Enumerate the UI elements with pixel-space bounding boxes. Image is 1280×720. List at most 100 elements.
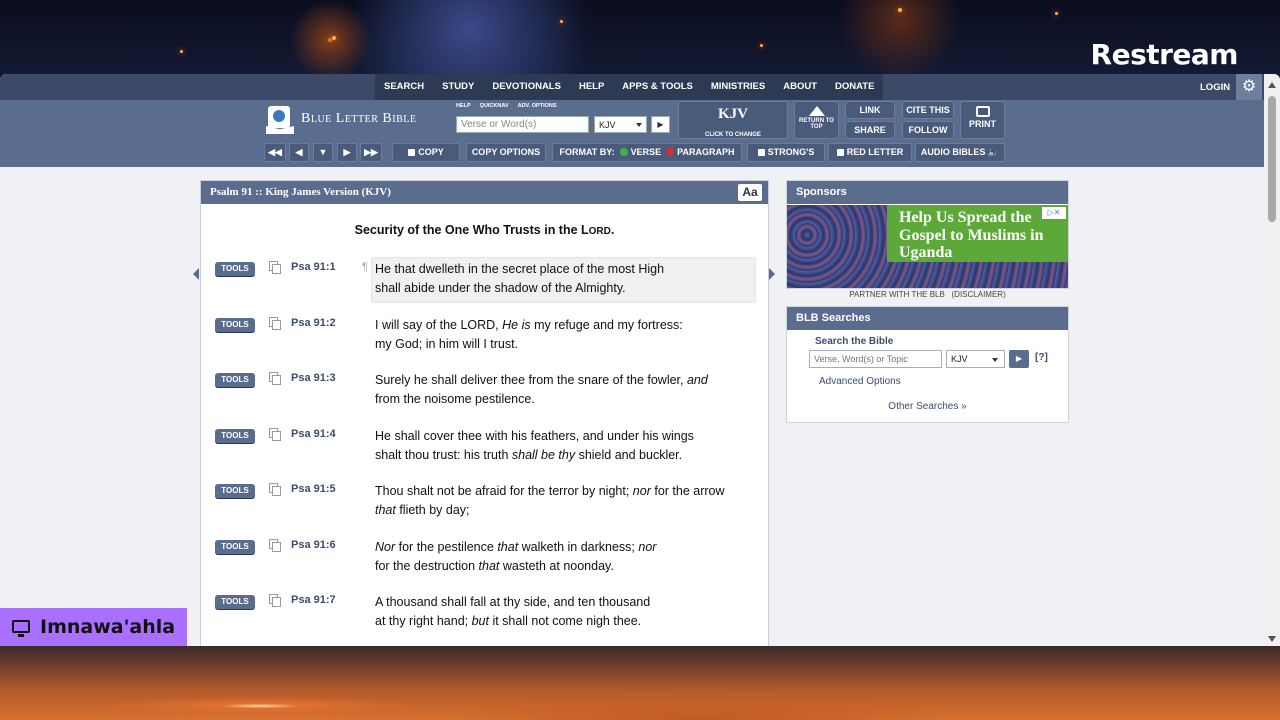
next-page-arrow-icon[interactable] [769,268,775,280]
verse-ref[interactable]: Psa 91:7 [291,594,336,606]
site-brand[interactable]: Blue Letter Bible [301,111,417,127]
blb-logo-icon[interactable] [266,106,294,136]
tools-button[interactable]: TOOLS [215,484,255,498]
next-chapter-button[interactable]: ▶ [337,143,357,162]
caret-down-icon [992,358,998,362]
nav-item-ministries[interactable]: MINISTRIES [702,74,774,100]
scroll-down-arrow-icon[interactable] [1268,636,1276,642]
share-button[interactable]: SHARE [845,121,895,139]
format-paragraph-label: PARAGRAPH [677,147,735,157]
tools-button[interactable]: TOOLS [215,540,255,554]
chapter-list-button[interactable]: ▼ [313,143,333,162]
search-go-button[interactable]: ▶ [651,116,670,133]
monitor-icon [12,620,30,637]
print-button[interactable]: PRINT [960,101,1005,139]
copy-verse-icon[interactable] [269,317,281,330]
format-verse-toggle[interactable]: VERSE [619,147,662,157]
spark [332,36,336,40]
tools-button[interactable]: TOOLS [215,318,255,332]
tools-button[interactable]: TOOLS [215,429,255,443]
copy-verse-icon[interactable] [269,483,281,496]
nav-item-help[interactable]: HELP [570,74,613,100]
copy-options-label: COPY OPTIONS [471,147,541,157]
nav-item-about[interactable]: ABOUT [774,74,826,100]
return-to-top-button[interactable]: RETURN TO TOP [794,101,839,139]
advanced-options-link[interactable]: Advanced Options [819,376,901,387]
copy-verse-icon[interactable] [269,594,281,607]
verse-row: TOOLS Psa 91:4 He shall cover thee with hi… [201,425,768,475]
spark [898,8,902,12]
nav-item-devotionals[interactable]: DEVOTIONALS [483,74,570,100]
gear-icon[interactable]: ⚙ [1236,74,1262,100]
verse-ref[interactable]: Psa 91:6 [291,539,336,551]
copy-verse-icon[interactable] [269,539,281,552]
nav-item-study[interactable]: STUDY [433,74,483,100]
channel-name-banner: Imnawa'ahla [0,608,187,646]
spark [560,20,563,23]
partner-link[interactable]: PARTNER WITH THE BLB [849,290,945,299]
red-letter-toggle[interactable]: RED LETTER [828,143,912,162]
first-chapter-button[interactable]: ◀◀ [264,143,286,162]
check-icon [619,148,628,156]
x-icon [666,148,675,156]
verse-row: TOOLS Psa 91:2 I will say of the LORD, He … [201,314,768,364]
copy-verse-icon[interactable] [269,261,281,274]
sponsor-ad[interactable]: Help Us Spread the Gospel to Muslims in … [787,205,1068,288]
verse-ref[interactable]: Psa 91:2 [291,317,336,329]
login-link[interactable]: LOGIN [1200,82,1230,93]
ad-text: Help Us Spread the Gospel to Muslims in … [899,209,1044,261]
sponsors-header: Sponsors [787,181,1068,204]
last-chapter-button[interactable]: ▶▶ [360,143,382,162]
verse-search-input[interactable] [456,116,589,133]
help-link[interactable]: HELP [456,103,471,109]
bible-search-input[interactable] [809,350,942,368]
channel-name: Imnawa'ahla [40,616,176,638]
verse-ref[interactable]: Psa 91:4 [291,428,336,440]
scroll-thumb[interactable] [1268,96,1276,222]
stream-background-bottom [0,646,1280,720]
verse-row: TOOLS Psa 91:5 Thou shalt not be afraid fo… [201,480,768,530]
nav-item-apps-tools[interactable]: APPS & TOOLS [613,74,702,100]
copy-verse-icon[interactable] [269,372,281,385]
section-title-main: Security of the One Who Trusts in the L [354,223,589,237]
page-scrollbar[interactable] [1264,74,1280,646]
prev-chapter-button[interactable]: ◀ [289,143,309,162]
copy-options-button[interactable]: COPY OPTIONS [466,143,546,162]
blb-searches-header: BLB Searches [787,307,1068,330]
nav-item-search[interactable]: SEARCH [375,74,433,100]
bible-search-go-button[interactable]: ▶ [1009,350,1029,368]
scroll-up-arrow-icon[interactable] [1268,82,1276,88]
quicknav-link[interactable]: QUICKNAV [480,103,509,109]
top-nav: SEARCH STUDY DEVOTIONALS HELP APPS & TOOLS MI… [0,74,1264,100]
link-button[interactable]: LINK [845,101,895,119]
follow-button[interactable]: FOLLOW [902,121,954,139]
strongs-toggle[interactable]: STRONG'S [747,143,825,162]
nav-item-donate[interactable]: DONATE [826,74,883,100]
prev-page-arrow-icon[interactable] [193,268,199,280]
font-size-button[interactable]: Aa [738,184,762,201]
tools-button[interactable]: TOOLS [215,373,255,387]
disclaimer-link[interactable]: (DISCLAIMER) [952,290,1006,299]
version-select[interactable]: KJV [594,116,647,133]
copy-button[interactable]: COPY [392,143,460,162]
checkbox-icon [836,149,844,156]
verse-ref[interactable]: Psa 91:3 [291,372,336,384]
other-searches-link[interactable]: Other Searches » [786,401,1069,412]
search-help-link[interactable]: [?] [1035,352,1048,363]
copy-verse-icon[interactable] [269,428,281,441]
audio-bibles-button[interactable]: AUDIO BIBLES 🔈 [915,143,1005,162]
cite-this-button[interactable]: CITE THIS [902,101,954,119]
verse-text: Thou shalt not be afraid for the terror … [375,484,725,517]
tools-button[interactable]: TOOLS [215,595,255,609]
format-verse-label: VERSE [630,147,662,157]
adv-options-link[interactable]: ADV. OPTIONS [518,103,557,109]
passage-panel: Psalm 91 :: King James Version (KJV) Aa … [200,180,769,646]
version-change-button[interactable]: KJV CLICK TO CHANGE [678,101,788,139]
format-paragraph-toggle[interactable]: PARAGRAPH [666,147,735,157]
verse-ref[interactable]: Psa 91:1 [291,261,336,273]
search-version-select[interactable]: KJV [946,350,1005,368]
verse-row: TOOLS Psa 91:6 Nor for the pestilence that… [201,536,768,586]
tools-button[interactable]: TOOLS [215,262,255,276]
ad-choices-icon[interactable]: ▷✕ [1042,207,1066,219]
verse-ref[interactable]: Psa 91:5 [291,483,336,495]
